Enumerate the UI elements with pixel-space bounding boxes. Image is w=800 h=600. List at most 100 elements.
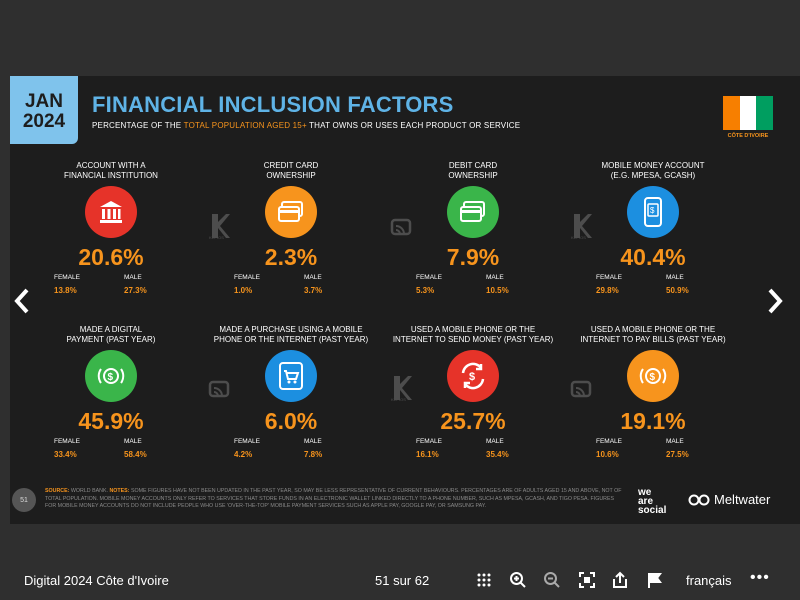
stat-value: 40.4% [620,244,686,270]
stat-value: 45.9% [78,408,144,434]
slide-title: FINANCIAL INCLUSION FACTORS [92,92,454,117]
male-label: MALE [486,438,504,445]
meltwater-text: Meltwater [714,492,771,507]
stat-value: 2.3% [264,244,318,270]
flag-icon [648,573,662,588]
document-viewer: JAN 2024 FINANCIAL INCLUSION FACTORS PER… [0,0,800,600]
zoom-in-icon [510,572,526,588]
male-label: MALE [124,274,142,281]
gender-split: FEMALE 1.0% MALE 3.7% [206,274,376,295]
male-label: MALE [666,274,684,281]
male-value: 27.3% [124,286,147,295]
fullscreen-icon [579,572,595,588]
grid-icon [477,573,491,587]
kepios-watermark-icon: KEPIOS [571,214,592,240]
stat-label: MADE A PURCHASE USING A MOBILE PHONE OR … [213,325,369,344]
svg-text:KEPIOS: KEPIOS [571,235,586,240]
stat-value: 20.6% [78,244,144,270]
slide-subtitle: PERCENTAGE OF THE TOTAL POPULATION AGED … [92,121,520,130]
kepios-watermark-icon: KEPIOS [391,376,412,402]
stat-value: 6.0% [264,408,318,434]
gender-split: FEMALE 13.8% MALE 27.3% [26,274,196,295]
flag-label: CÔTE D'IVOIRE [727,133,769,139]
male-value: 3.7% [304,286,323,295]
we-are-social-logo: we are social [638,488,667,516]
stat-card: ACCOUNT WITH A FINANCIAL INSTITUTION 20.6… [26,158,196,295]
date-year: 2024 [22,111,66,132]
gender-split: FEMALE 4.2% MALE 7.8% [206,438,376,459]
female-label: FEMALE [596,438,623,445]
male-value: 10.5% [486,286,509,295]
stat-label: CREDIT CARD OWNERSHIP [263,161,319,180]
svg-text:$: $ [650,206,655,215]
svg-text:$: $ [650,372,656,383]
female-value: 5.3% [416,286,435,295]
document-title: Digital 2024 Côte d'Ivoire [24,573,169,588]
gender-split: FEMALE 33.4% MALE 58.4% [26,438,196,459]
stat-value: 7.9% [446,244,500,270]
meltwater-logo: Meltwater [688,492,770,507]
page-counter: 51 sur 62 [375,573,430,588]
report-button[interactable] [645,570,665,590]
gender-split: FEMALE 16.1% MALE 35.4% [388,438,558,459]
language-selector[interactable]: français [686,573,732,588]
svg-text:$: $ [108,372,114,383]
male-value: 27.5% [666,450,689,459]
stat-label: USED A MOBILE PHONE OR THE INTERNET TO P… [580,325,726,344]
fullscreen-button[interactable] [577,570,597,590]
previous-slide-button[interactable] [12,286,32,322]
source-text: WORLD BANK. [69,488,110,494]
gender-split: FEMALE 29.8% MALE 50.9% [568,274,738,295]
female-value: 33.4% [54,450,77,459]
mobile-money-icon: $ [627,186,679,238]
stat-card: MADE A DIGITAL PAYMENT (PAST YEAR) $45.9%… [26,322,196,459]
viewer-toolbar: Digital 2024 Côte d'Ivoire 51 sur 62 fra… [0,560,800,600]
stat-label: DEBIT CARD OWNERSHIP [448,161,498,180]
flag-stripe-green [756,96,774,130]
brand-line3: social [638,505,667,516]
male-value: 7.8% [304,450,323,459]
gender-split: FEMALE 5.3% MALE 10.5% [388,274,558,295]
female-label: FEMALE [54,438,81,445]
female-label: FEMALE [234,438,261,445]
male-value: 58.4% [124,450,147,459]
flag-stripe-white [739,96,757,130]
send-money-icon: $ [447,350,499,402]
date-month: JAN [24,91,63,112]
source-key: SOURCE: [45,488,70,494]
subtitle-pre: PERCENTAGE OF THE [92,121,184,130]
male-label: MALE [304,274,322,281]
meltwater-mark-icon [688,494,710,505]
zoom-in-button[interactable] [508,570,528,590]
male-label: MALE [666,438,684,445]
svg-text:$: $ [469,371,475,383]
footer-notes: SOURCE: WORLD BANK. NOTES: SOME FIGURES … [45,488,625,511]
digital-payment-icon: $ [85,350,137,402]
stat-label: MOBILE MONEY ACCOUNT (E.G. MPESA, GCASH) [601,161,705,180]
stat-label: USED A MOBILE PHONE OR THE INTERNET TO S… [392,325,554,344]
stat-label: MADE A DIGITAL PAYMENT (PAST YEAR) [66,325,156,344]
cast-watermark-icon [570,380,592,398]
notes-text: SOME FIGURES HAVE NOT BEEN UPDATED IN TH… [45,488,622,509]
flag-stripe-orange [723,96,740,130]
grid-view-button[interactable] [474,570,494,590]
next-slide-button[interactable] [765,286,785,322]
female-label: FEMALE [416,274,443,281]
svg-text:KEPIOS: KEPIOS [209,235,224,240]
female-label: FEMALE [596,274,623,281]
female-value: 16.1% [416,450,439,459]
more-options-button[interactable]: ••• [750,569,770,587]
share-icon [613,571,627,588]
credit-card-icon [265,186,317,238]
female-label: FEMALE [416,438,443,445]
debit-card-icon [447,186,499,238]
chevron-left-icon [14,288,29,314]
country-flag-icon [723,96,774,130]
stat-value: 19.1% [620,408,686,434]
zoom-out-button[interactable] [542,570,562,590]
chevron-right-icon [768,288,783,314]
pay-bills-icon: $ [627,350,679,402]
share-button[interactable] [610,570,630,590]
shopping-cart-icon [265,350,317,402]
male-label: MALE [124,438,142,445]
